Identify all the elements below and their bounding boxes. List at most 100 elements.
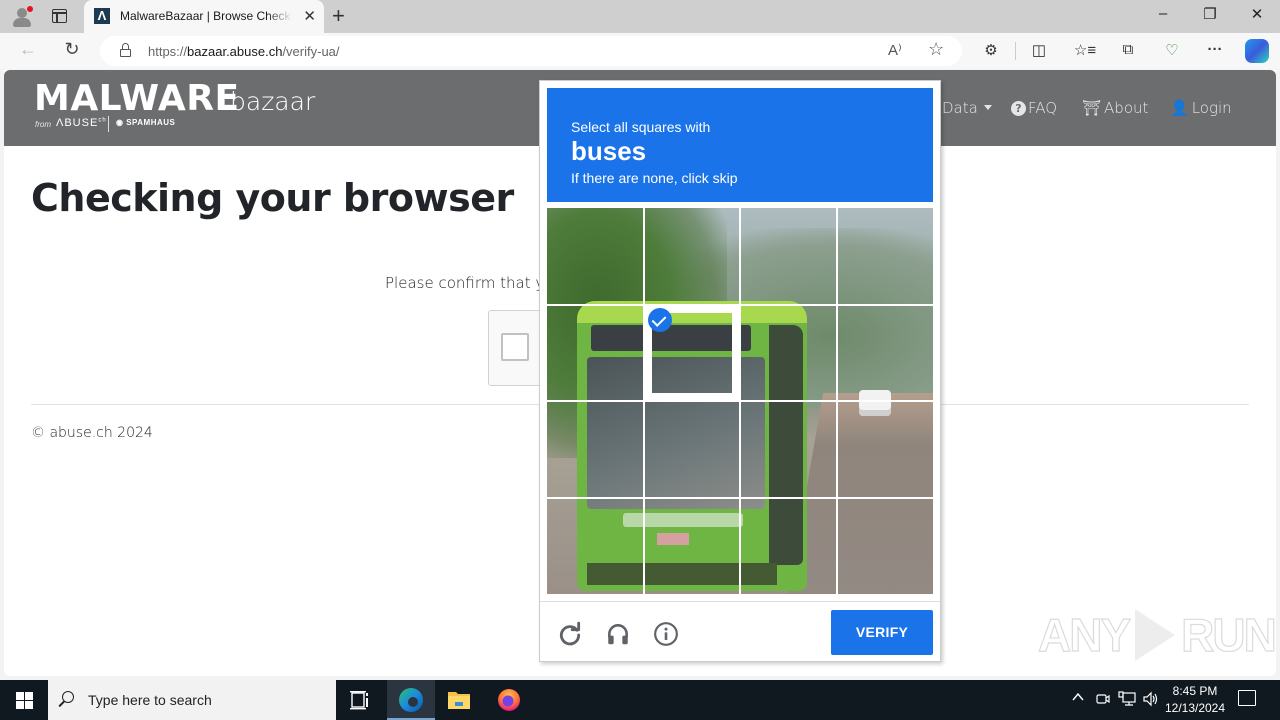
tab-close-icon[interactable]: ✕ [303, 7, 316, 25]
logo-bazaar[interactable]: bazaar [230, 87, 315, 116]
tray-overflow-chevron[interactable] [1071, 690, 1085, 707]
clock-date: 12/13/2024 [1164, 701, 1226, 715]
new-tab-button[interactable]: + [332, 3, 345, 29]
tab-title: MalwareBazaar | Browse Checking your bro… [120, 9, 292, 23]
nav-data-dropdown[interactable]: Data [942, 99, 992, 117]
logo-from: from [35, 120, 51, 129]
nav-login-label: Login [1191, 99, 1232, 117]
challenge-tile-r1-c3[interactable] [837, 305, 933, 401]
watermark-left: ANY [1037, 608, 1131, 661]
spamhaus-logo: ◉ SPAMHAUS [116, 118, 176, 127]
challenge-tile-r3-c3[interactable] [837, 498, 933, 594]
volume-icon[interactable] [1142, 691, 1160, 710]
verify-button[interactable]: VERIFY [831, 610, 933, 655]
challenge-tile-r3-c1[interactable] [644, 498, 740, 594]
collections-icon[interactable]: ⧉ [1117, 41, 1139, 61]
nav-faq[interactable]: ? FAQ [1011, 99, 1057, 117]
abuse-logo: ΛBUSEch [56, 117, 107, 129]
recaptcha-challenge: Select all squares with buses If there a… [539, 80, 941, 662]
audio-challenge-icon[interactable] [605, 621, 631, 647]
browser-essentials-icon[interactable]: ♡ [1161, 41, 1183, 61]
split-screen-icon[interactable]: ◫ [1028, 41, 1050, 61]
challenge-tile-r0-c0[interactable] [547, 208, 643, 304]
challenge-header: Select all squares with buses If there a… [547, 88, 933, 202]
challenge-tile-r3-c0[interactable] [547, 498, 643, 594]
back-button[interactable]: ← [15, 39, 41, 63]
taskbar-firefox[interactable] [485, 680, 533, 720]
building-icon: ⛩ [1082, 99, 1102, 117]
challenge-tile-r2-c2[interactable] [740, 401, 836, 497]
spamhaus-text: SPAMHAUS [126, 118, 176, 127]
challenge-tile-r0-c2[interactable] [740, 208, 836, 304]
taskbar-search[interactable]: Type here to search [48, 680, 336, 720]
challenge-tile-r0-c3[interactable] [837, 208, 933, 304]
clock-time: 8:45 PM [1172, 684, 1218, 698]
abuse-sup: ch [98, 117, 107, 124]
user-icon: 👤 [1170, 99, 1189, 117]
info-icon[interactable] [653, 621, 679, 647]
challenge-tile-r2-c0[interactable] [547, 401, 643, 497]
challenge-tile-r1-c0[interactable] [547, 305, 643, 401]
challenge-tile-r2-c1[interactable] [644, 401, 740, 497]
caret-down-icon [983, 105, 992, 110]
notification-center-icon[interactable] [1238, 690, 1256, 706]
page-title: Checking your browser [31, 176, 514, 220]
notification-dot [27, 6, 33, 12]
windows-logo-icon [16, 692, 24, 700]
minimize-button[interactable]: – [1140, 5, 1186, 22]
copilot-icon[interactable] [1245, 39, 1269, 63]
url-path: /verify-ua/ [282, 44, 340, 59]
search-icon [62, 691, 74, 703]
anyrun-watermark: ANY RUN [1037, 608, 1276, 662]
extensions-icon[interactable]: ⚙ [980, 41, 1002, 61]
site-favicon-icon: Λ [94, 8, 110, 24]
challenge-tile-r3-c2[interactable] [740, 498, 836, 594]
nav-about[interactable]: ⛩ About [1082, 99, 1148, 117]
more-options-icon[interactable]: ··· [1204, 41, 1226, 61]
system-clock[interactable]: 8:45 PM 12/13/2024 [1160, 683, 1230, 717]
meet-now-icon[interactable] [1095, 691, 1111, 710]
abuse-text: ΛBUSE [56, 117, 99, 129]
url-host: bazaar.abuse.ch [187, 44, 283, 59]
play-logo-icon [1135, 609, 1176, 661]
challenge-target: buses [571, 136, 647, 166]
challenge-instruction: Select all squares with [571, 119, 711, 135]
browser-tab-active[interactable]: Λ MalwareBazaar | Browse Checking your b… [84, 0, 324, 33]
taskbar-file-explorer[interactable] [435, 680, 483, 720]
taskbar-edge[interactable] [387, 680, 435, 720]
challenge-tile-r2-c3[interactable] [837, 401, 933, 497]
question-circle-icon: ? [1011, 101, 1026, 116]
challenge-tile-r0-c1[interactable] [644, 208, 740, 304]
edge-icon [399, 688, 423, 712]
restore-button[interactable]: ❐ [1187, 5, 1233, 23]
watermark-right: RUN [1181, 608, 1276, 661]
challenge-tile-r1-c2[interactable] [740, 305, 836, 401]
close-window-button[interactable]: ✕ [1234, 5, 1280, 23]
copyright-text: © abuse.ch 2024 [31, 425, 153, 441]
toolbar-divider [1015, 42, 1016, 60]
url-text[interactable]: https://bazaar.abuse.ch/verify-ua/ [148, 44, 340, 59]
start-button[interactable] [0, 680, 48, 720]
chevron-up-icon [1072, 692, 1084, 701]
windows-taskbar: Type here to search 8:45 PM 12/13/2024 [0, 680, 1280, 720]
nav-faq-label: FAQ [1028, 99, 1058, 117]
refresh-button[interactable]: ↻ [59, 39, 85, 63]
recaptcha-checkbox[interactable] [501, 333, 529, 361]
read-aloud-icon[interactable]: A⁾ [888, 41, 902, 59]
profile-button[interactable] [10, 5, 34, 29]
lock-icon[interactable] [120, 43, 131, 57]
favorite-star-icon[interactable]: ☆ [928, 39, 944, 60]
profile-avatar-body [13, 18, 31, 27]
logo-malware[interactable]: MALWARE [34, 78, 240, 119]
nav-login[interactable]: 👤 Login [1170, 99, 1232, 117]
address-bar[interactable]: https://bazaar.abuse.ch/verify-ua/ A⁾ ☆ [100, 36, 962, 66]
logo-divider [108, 116, 109, 132]
network-icon[interactable] [1118, 691, 1136, 710]
nav-data-label: Data [942, 99, 978, 117]
reload-icon[interactable] [557, 621, 583, 647]
profile-avatar-icon [17, 8, 27, 18]
favorites-icon[interactable]: ☆≡ [1072, 41, 1098, 61]
tab-actions-icon[interactable] [52, 9, 67, 23]
challenge-footer-divider [540, 601, 940, 602]
task-view-button[interactable] [336, 680, 384, 720]
